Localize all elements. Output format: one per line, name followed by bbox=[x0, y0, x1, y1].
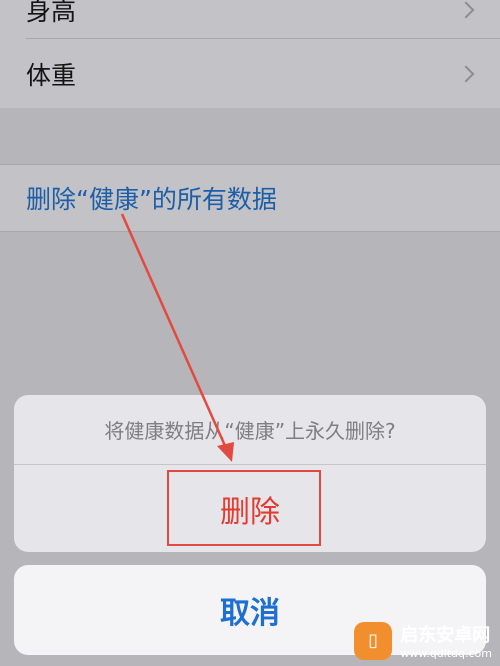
watermark-url: www.qdltdq.com bbox=[400, 647, 492, 660]
phone-icon: ▯ bbox=[354, 621, 393, 660]
watermark: ▯ 启东安卓网 www.qdltdq.com bbox=[354, 621, 492, 660]
arrow-line bbox=[120, 213, 228, 449]
watermark-title: 启东安卓网 bbox=[400, 625, 491, 646]
arrow-head bbox=[217, 442, 234, 462]
annotation-arrow bbox=[120, 213, 234, 462]
